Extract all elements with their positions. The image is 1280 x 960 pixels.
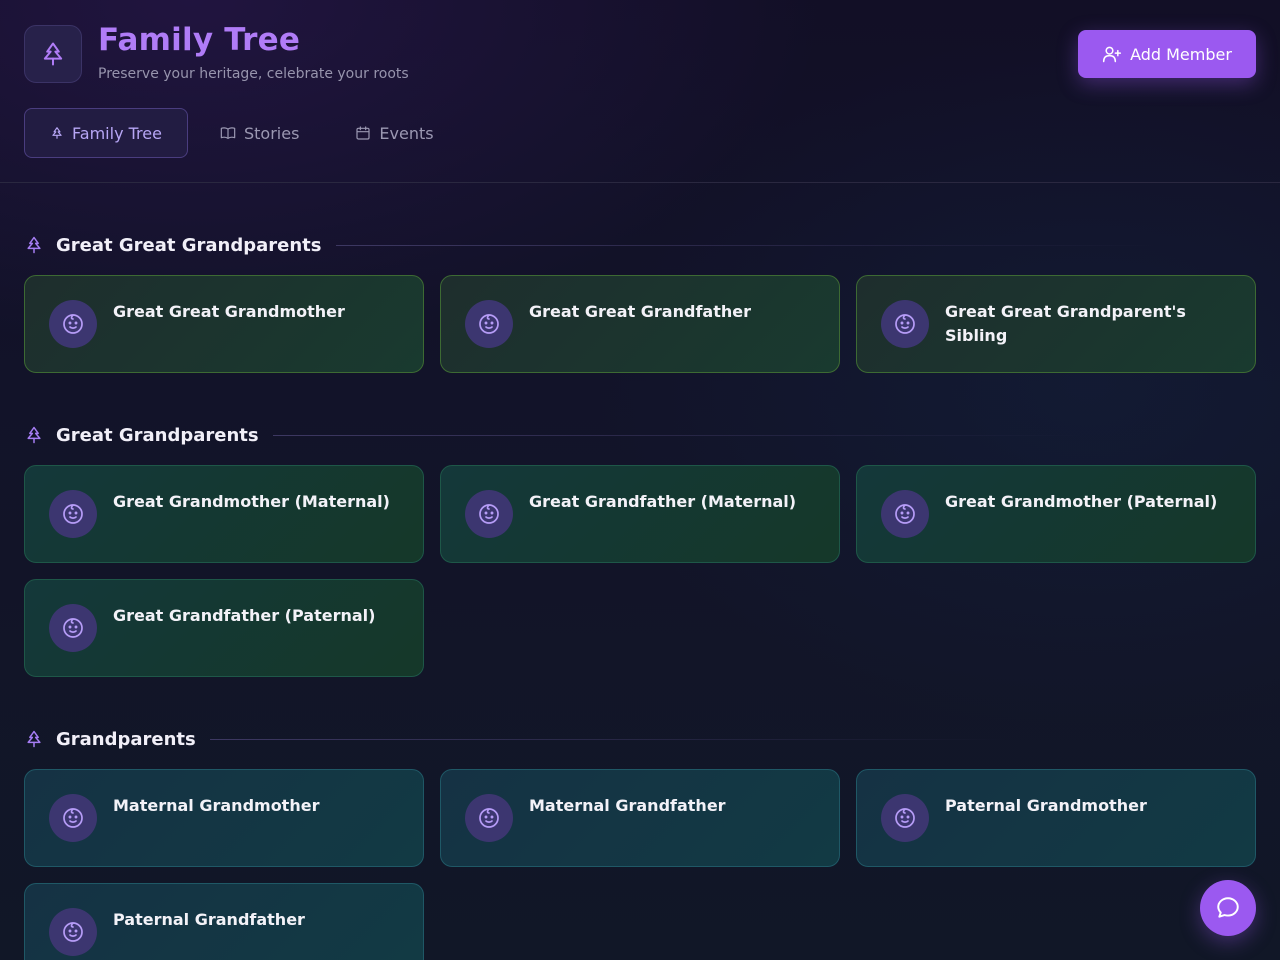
tree-icon xyxy=(43,42,63,66)
main-tabs: Family Tree Stories Events xyxy=(24,108,458,158)
avatar xyxy=(881,490,929,538)
section-title: Great Grandparents xyxy=(56,424,259,446)
member-name: Great Grandfather (Paternal) xyxy=(113,606,376,625)
app-logo xyxy=(24,25,82,83)
avatar xyxy=(881,300,929,348)
avatar xyxy=(465,794,513,842)
member-card[interactable]: Great Grandfather (Maternal) xyxy=(440,465,840,563)
app-subtitle: Preserve your heritage, celebrate your r… xyxy=(98,66,409,82)
member-card[interactable]: Great Great Grandfather xyxy=(440,275,840,373)
member-name: Paternal Grandfather xyxy=(113,910,305,929)
tree-icon xyxy=(52,127,62,139)
tab-stories[interactable]: Stories xyxy=(196,108,323,158)
chat-bubble-icon xyxy=(1217,897,1239,918)
user-plus-icon xyxy=(1102,46,1122,63)
member-card[interactable]: Great Grandmother (Paternal) xyxy=(856,465,1256,563)
tab-family-tree[interactable]: Family Tree xyxy=(24,108,188,158)
member-name: Maternal Grandmother xyxy=(113,796,320,815)
section-header-great-grandparents: Great Grandparents xyxy=(24,423,1254,447)
baby-face-icon xyxy=(63,314,83,334)
section-divider xyxy=(272,434,1083,436)
tab-events[interactable]: Events xyxy=(331,108,457,158)
section-divider xyxy=(335,244,1156,246)
avatar xyxy=(465,490,513,538)
section-divider xyxy=(209,738,1010,740)
avatar xyxy=(49,794,97,842)
baby-face-icon xyxy=(895,504,915,524)
avatar xyxy=(49,490,97,538)
member-card[interactable]: Great Grandfather (Paternal) xyxy=(24,579,424,677)
add-member-button[interactable]: Add Member xyxy=(1078,30,1256,78)
member-card[interactable]: Paternal Grandfather xyxy=(24,883,424,960)
baby-face-icon xyxy=(895,808,915,828)
app-header: Family Tree Preserve your heritage, cele… xyxy=(0,0,1280,183)
avatar xyxy=(49,300,97,348)
member-card[interactable]: Great Grandmother (Maternal) xyxy=(24,465,424,563)
avatar xyxy=(49,908,97,956)
app-title: Family Tree xyxy=(98,22,301,58)
baby-face-icon xyxy=(63,618,83,638)
member-card[interactable]: Maternal Grandfather xyxy=(440,769,840,867)
tree-icon xyxy=(27,236,41,254)
tree-icon xyxy=(27,426,41,444)
member-card[interactable]: Great Great Grandparent's Sibling xyxy=(856,275,1256,373)
member-name: Great Great Grandparent's Sibling xyxy=(945,302,1186,345)
avatar xyxy=(881,794,929,842)
avatar xyxy=(49,604,97,652)
book-icon xyxy=(220,127,236,139)
add-member-label: Add Member xyxy=(1130,44,1232,64)
member-name: Maternal Grandfather xyxy=(529,796,726,815)
member-name: Great Great Grandfather xyxy=(529,302,751,321)
section-header-grandparents: Grandparents xyxy=(24,727,1254,751)
member-card[interactable]: Great Great Grandmother xyxy=(24,275,424,373)
member-name: Great Great Grandmother xyxy=(113,302,345,321)
member-name: Great Grandfather (Maternal) xyxy=(529,492,797,511)
member-card[interactable]: Paternal Grandmother xyxy=(856,769,1256,867)
baby-face-icon xyxy=(63,504,83,524)
tab-label: Family Tree xyxy=(72,123,162,143)
section-header-great-great-grandparents: Great Great Grandparents xyxy=(24,233,1254,257)
baby-face-icon xyxy=(479,314,499,334)
member-name: Great Grandmother (Paternal) xyxy=(945,492,1218,511)
tree-icon xyxy=(27,730,41,748)
baby-face-icon xyxy=(895,314,915,334)
calendar-icon xyxy=(356,126,371,140)
member-name: Great Grandmother (Maternal) xyxy=(113,492,390,511)
baby-face-icon xyxy=(63,922,83,942)
section-title: Great Great Grandparents xyxy=(56,234,322,256)
member-name: Paternal Grandmother xyxy=(945,796,1147,815)
section-title: Grandparents xyxy=(56,728,196,750)
avatar xyxy=(465,300,513,348)
baby-face-icon xyxy=(63,808,83,828)
member-card[interactable]: Maternal Grandmother xyxy=(24,769,424,867)
baby-face-icon xyxy=(479,808,499,828)
tab-label: Events xyxy=(379,123,434,143)
tab-label: Stories xyxy=(244,123,300,143)
chat-button[interactable] xyxy=(1200,880,1256,936)
baby-face-icon xyxy=(479,504,499,524)
